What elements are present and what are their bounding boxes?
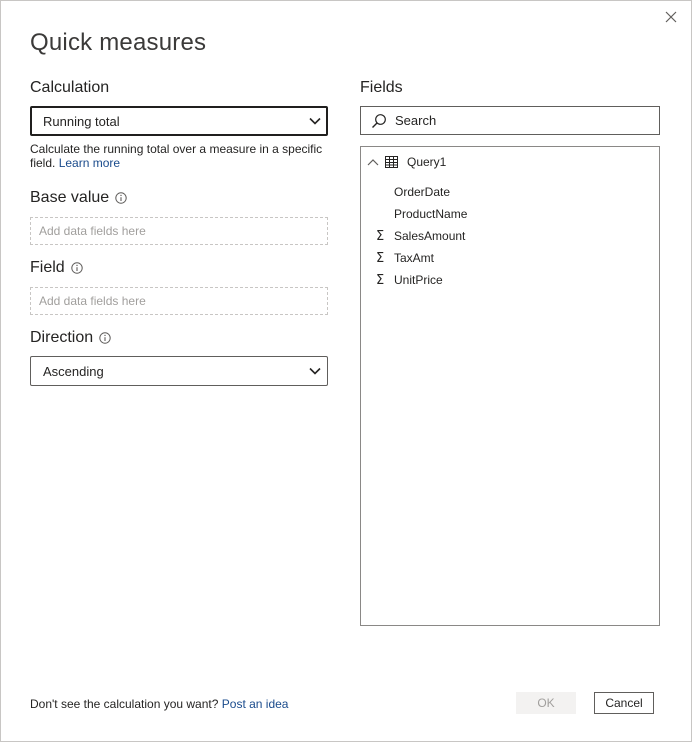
field-item-taxamt[interactable]: Σ TaxAmt bbox=[376, 250, 434, 266]
field-item-salesamount[interactable]: Σ SalesAmount bbox=[376, 228, 465, 244]
chevron-down-icon bbox=[309, 117, 321, 125]
post-an-idea-link[interactable]: Post an idea bbox=[222, 697, 289, 711]
field-item-unitprice[interactable]: Σ UnitPrice bbox=[376, 272, 443, 288]
fields-tree: Query1 OrderDate ProductName Σ SalesAmou… bbox=[360, 146, 660, 626]
sigma-icon: Σ bbox=[376, 250, 385, 266]
chevron-up-icon[interactable] bbox=[367, 158, 381, 166]
quick-measures-dialog: Quick measures Calculation Running total… bbox=[0, 0, 692, 742]
base-value-drop-zone[interactable]: Add data fields here bbox=[30, 217, 328, 245]
sigma-icon: Σ bbox=[376, 228, 385, 244]
calculation-dropdown[interactable]: Running total bbox=[30, 106, 328, 136]
field-label: Field bbox=[30, 259, 83, 277]
search-icon bbox=[372, 113, 386, 128]
field-item-productname[interactable]: ProductName bbox=[376, 206, 467, 222]
ok-button[interactable]: OK bbox=[516, 692, 576, 714]
field-item-orderdate[interactable]: OrderDate bbox=[376, 184, 450, 200]
calculation-label: Calculation bbox=[30, 79, 110, 96]
table-icon bbox=[385, 156, 398, 168]
learn-more-link[interactable]: Learn more bbox=[59, 156, 120, 170]
table-name: Query1 bbox=[407, 155, 447, 169]
search-placeholder: Search bbox=[395, 113, 437, 128]
calculation-description: Calculate the running total over a measu… bbox=[30, 142, 323, 170]
fields-search-input[interactable]: Search bbox=[360, 106, 660, 135]
info-icon[interactable] bbox=[115, 192, 127, 204]
info-icon[interactable] bbox=[70, 262, 83, 274]
chevron-down-icon bbox=[309, 367, 321, 375]
sigma-icon: Σ bbox=[376, 272, 385, 288]
direction-selected: Ascending bbox=[43, 363, 104, 379]
close-icon bbox=[665, 11, 677, 23]
table-node-query1[interactable]: Query1 bbox=[367, 154, 446, 170]
cancel-button[interactable]: Cancel bbox=[594, 692, 654, 714]
dialog-title: Quick measures bbox=[30, 29, 207, 56]
field-drop-zone[interactable]: Add data fields here bbox=[30, 287, 328, 315]
calculation-selected: Running total bbox=[43, 113, 120, 129]
fields-label: Fields bbox=[360, 79, 403, 96]
footer-prompt: Don't see the calculation you want? Post… bbox=[30, 697, 289, 711]
info-icon[interactable] bbox=[99, 332, 111, 344]
base-value-label: Base value bbox=[30, 189, 127, 207]
direction-dropdown[interactable]: Ascending bbox=[30, 356, 328, 386]
close-button[interactable] bbox=[661, 7, 681, 27]
direction-label: Direction bbox=[30, 329, 111, 347]
